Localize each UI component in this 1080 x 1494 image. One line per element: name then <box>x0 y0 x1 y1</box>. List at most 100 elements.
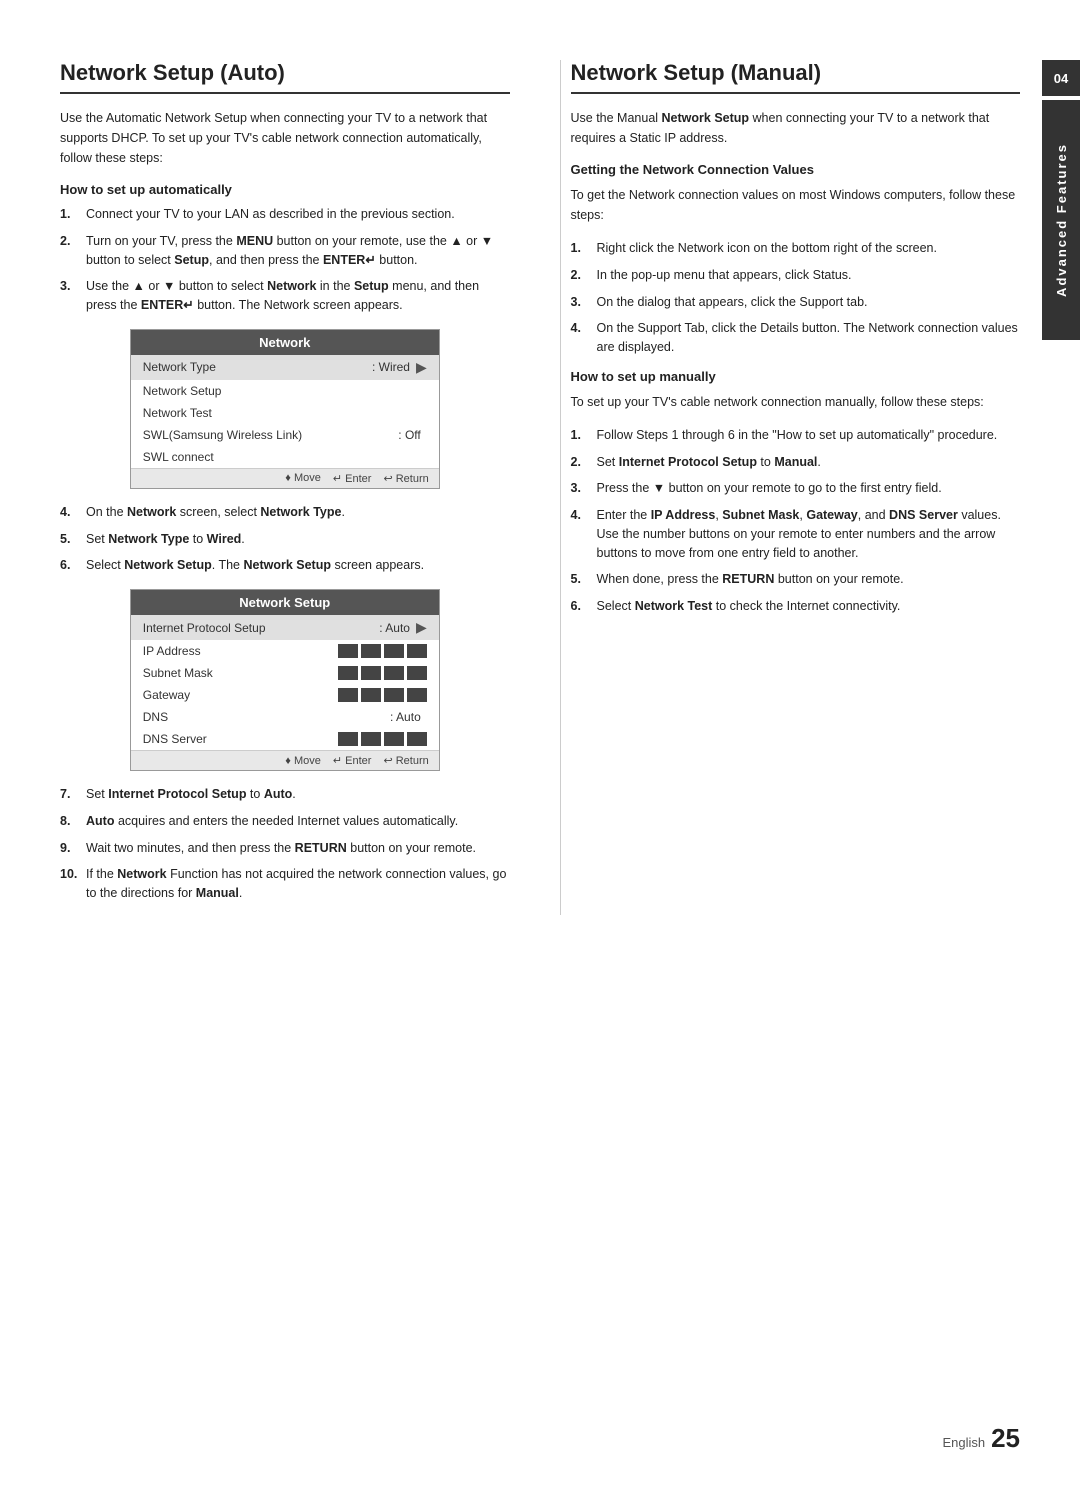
page-container: Network Setup (Auto) Use the Automatic N… <box>0 0 1080 1494</box>
step-num: 2. <box>571 266 589 285</box>
step-item: 5. Set Network Type to Wired. <box>60 530 510 549</box>
network-row-test: Network Test <box>131 402 439 424</box>
step-text: Set Internet Protocol Setup to Auto. <box>86 785 510 804</box>
network-value: : Auto <box>390 710 421 724</box>
step-text: If the Network Function has not acquired… <box>86 865 510 903</box>
left-steps-before: 1. Connect your TV to your LAN as descri… <box>60 205 510 315</box>
arrow-icon: ▶ <box>416 619 427 636</box>
setup-row-dns: DNS : Auto <box>131 706 439 728</box>
step-item: 3. On the dialog that appears, click the… <box>571 293 1021 312</box>
pixel-blocks <box>338 688 427 702</box>
pixel-block <box>361 732 381 746</box>
footer-return: ↩ Return <box>383 754 428 767</box>
pixel-block <box>338 666 358 680</box>
network-label: SWL(Samsung Wireless Link) <box>143 428 399 442</box>
step-num: 6. <box>571 597 589 616</box>
step-num: 8. <box>60 812 78 831</box>
step-text: On the Support Tab, click the Details bu… <box>597 319 1021 357</box>
setup-row-gateway: Gateway <box>131 684 439 706</box>
step-text: Follow Steps 1 through 6 in the "How to … <box>597 426 1021 445</box>
setup-row-subnet: Subnet Mask <box>131 662 439 684</box>
step-item: 1. Connect your TV to your LAN as descri… <box>60 205 510 224</box>
step-num: 1. <box>60 205 78 224</box>
step-item: 4. Enter the IP Address, Subnet Mask, Ga… <box>571 506 1021 562</box>
network-setup-footer: ♦ Move ↵ Enter ↩ Return <box>131 750 439 770</box>
step-item: 1. Follow Steps 1 through 6 in the "How … <box>571 426 1021 445</box>
right-subsection2-intro: To set up your TV's cable network connec… <box>571 392 1021 412</box>
step-text: Use the ▲ or ▼ button to select Network … <box>86 277 510 315</box>
pixel-block <box>338 688 358 702</box>
step-text: Select Network Setup. The Network Setup … <box>86 556 510 575</box>
step-num: 5. <box>571 570 589 589</box>
step-item: 2. Turn on your TV, press the MENU butto… <box>60 232 510 270</box>
setup-row-ips: Internet Protocol Setup : Auto ▶ <box>131 615 439 640</box>
step-item: 4. On the Support Tab, click the Details… <box>571 319 1021 357</box>
network-label: DNS <box>143 710 390 724</box>
left-subsection1-title: How to set up automatically <box>60 182 510 197</box>
pixel-block <box>361 688 381 702</box>
left-section-title: Network Setup (Auto) <box>60 60 510 94</box>
network-label: Subnet Mask <box>143 666 338 680</box>
sidebar-label: Advanced Features <box>1054 143 1069 297</box>
step-text: On the Network screen, select Network Ty… <box>86 503 510 522</box>
network-box-title: Network <box>131 330 439 355</box>
right-section-title: Network Setup (Manual) <box>571 60 1021 94</box>
network-value: : Auto <box>379 621 410 635</box>
step-text: When done, press the RETURN button on yo… <box>597 570 1021 589</box>
page-footer: English 25 <box>942 1423 1020 1454</box>
right-column: Network Setup (Manual) Use the Manual Ne… <box>560 60 1021 915</box>
step-text: Right click the Network icon on the bott… <box>597 239 1021 258</box>
pixel-blocks <box>338 732 427 746</box>
step-text: Set Internet Protocol Setup to Manual. <box>597 453 1021 472</box>
sidebar-chapter-number: 04 <box>1054 71 1068 86</box>
left-column: Network Setup (Auto) Use the Automatic N… <box>60 60 520 915</box>
footer-enter: ↵ Enter <box>333 754 372 767</box>
pixel-block <box>407 644 427 658</box>
footer-lang: English <box>942 1435 985 1450</box>
network-label: Network Type <box>143 360 372 374</box>
step-text: Enter the IP Address, Subnet Mask, Gatew… <box>597 506 1021 562</box>
step-text: Press the ▼ button on your remote to go … <box>597 479 1021 498</box>
pixel-block <box>361 666 381 680</box>
network-setup-box-title: Network Setup <box>131 590 439 615</box>
step-text: Set Network Type to Wired. <box>86 530 510 549</box>
footer-move: ♦ Move <box>285 472 321 485</box>
left-intro: Use the Automatic Network Setup when con… <box>60 108 510 168</box>
network-row-swlconnect: SWL connect <box>131 446 439 468</box>
network-row-setup: Network Setup <box>131 380 439 402</box>
pixel-block <box>384 644 404 658</box>
left-steps-after-box: 4. On the Network screen, select Network… <box>60 503 510 575</box>
network-value: : Wired <box>372 360 410 374</box>
step-num: 9. <box>60 839 78 858</box>
step-num: 2. <box>60 232 78 270</box>
left-final-steps: 7. Set Internet Protocol Setup to Auto. … <box>60 785 510 903</box>
content-area: Network Setup (Auto) Use the Automatic N… <box>60 60 1020 915</box>
step-num: 3. <box>60 277 78 315</box>
footer-move: ♦ Move <box>285 754 321 767</box>
pixel-block <box>384 732 404 746</box>
network-value: : Off <box>398 428 420 442</box>
step-item: 7. Set Internet Protocol Setup to Auto. <box>60 785 510 804</box>
step-num: 10. <box>60 865 78 903</box>
step-num: 4. <box>571 319 589 357</box>
pixel-block <box>384 688 404 702</box>
network-label: Network Test <box>143 406 427 420</box>
step-text: Connect your TV to your LAN as described… <box>86 205 510 224</box>
right-steps-2: 1. Follow Steps 1 through 6 in the "How … <box>571 426 1021 616</box>
step-item: 9. Wait two minutes, and then press the … <box>60 839 510 858</box>
step-item: 6. Select Network Setup. The Network Set… <box>60 556 510 575</box>
network-box: Network Network Type : Wired ▶ Network S… <box>130 329 440 489</box>
step-item: 3. Use the ▲ or ▼ button to select Netwo… <box>60 277 510 315</box>
footer-enter: ↵ Enter <box>333 472 372 485</box>
step-text: Auto acquires and enters the needed Inte… <box>86 812 510 831</box>
step-num: 6. <box>60 556 78 575</box>
step-num: 1. <box>571 239 589 258</box>
step-text: Turn on your TV, press the MENU button o… <box>86 232 510 270</box>
network-row-type: Network Type : Wired ▶ <box>131 355 439 380</box>
step-num: 3. <box>571 293 589 312</box>
setup-row-ip: IP Address <box>131 640 439 662</box>
network-label: Gateway <box>143 688 338 702</box>
step-num: 4. <box>60 503 78 522</box>
step-text: Wait two minutes, and then press the RET… <box>86 839 510 858</box>
step-item: 8. Auto acquires and enters the needed I… <box>60 812 510 831</box>
